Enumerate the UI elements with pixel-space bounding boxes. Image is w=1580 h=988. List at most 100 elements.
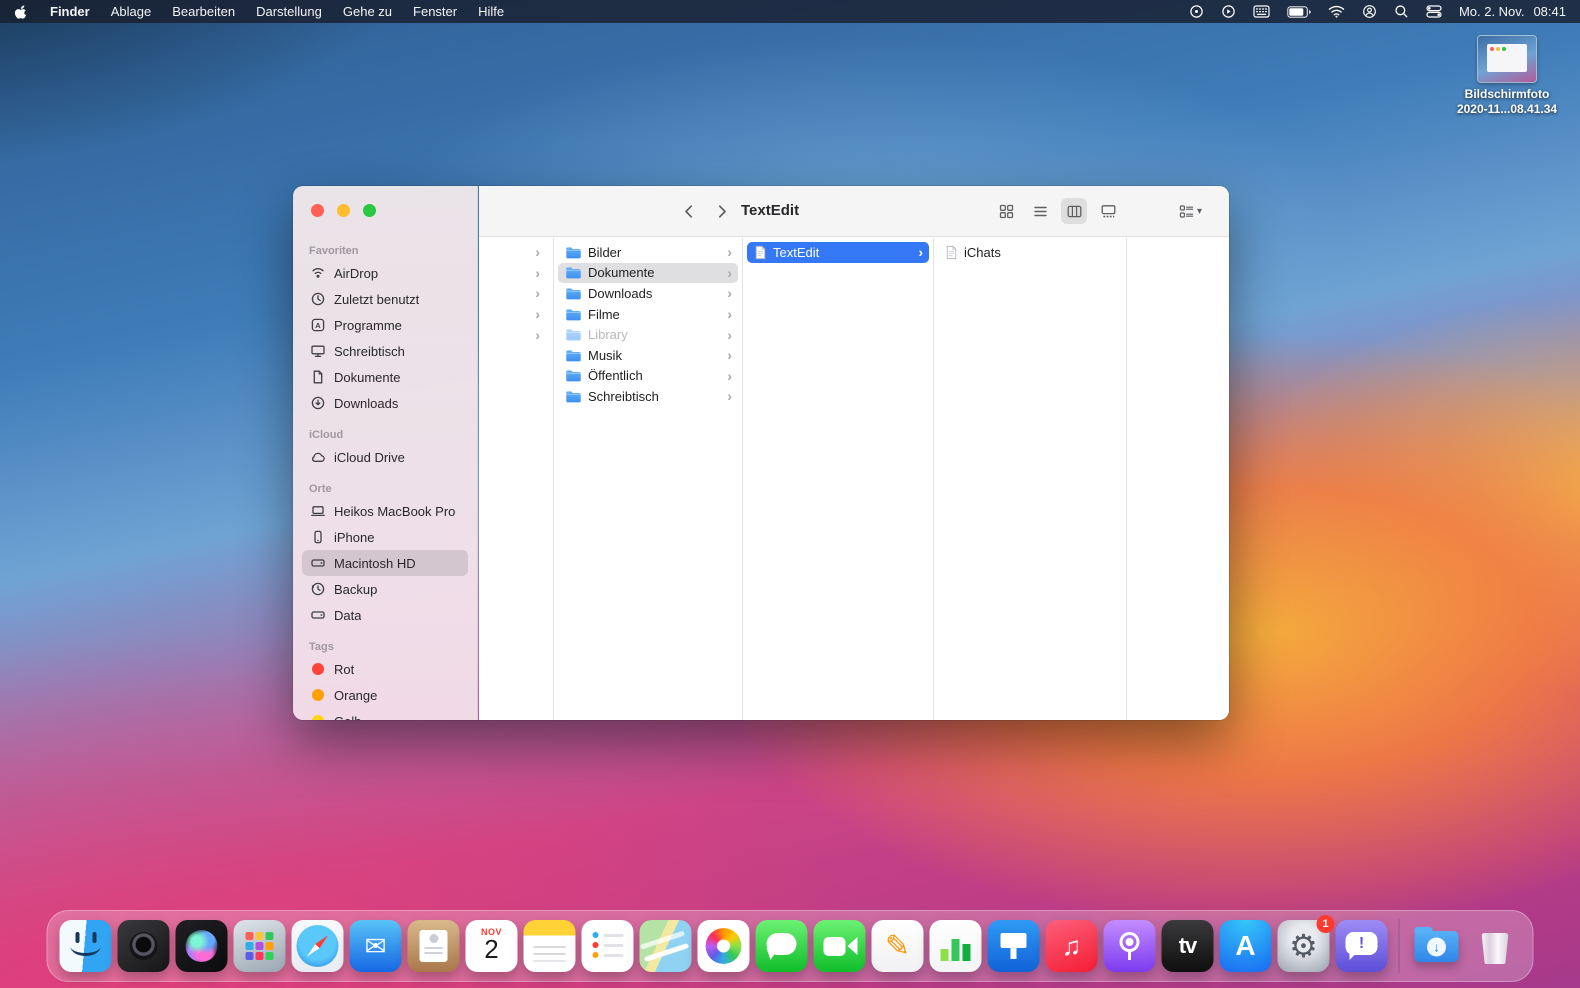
screenshot-label-line1: Bildschirmfoto <box>1447 87 1567 102</box>
column-item-oeffentlich[interactable]: Öffentlich › <box>558 366 738 387</box>
dock-feedback-assistant[interactable]: ! <box>1336 920 1388 972</box>
keyboard-input-icon[interactable] <box>1253 5 1270 18</box>
now-playing-icon[interactable] <box>1221 4 1236 19</box>
dock-pages[interactable]: ✎ <box>872 920 924 972</box>
download-icon <box>309 395 326 411</box>
menu-darstellung[interactable]: Darstellung <box>256 4 322 19</box>
note-lines-icon <box>534 946 566 948</box>
spotlight-search-icon[interactable] <box>1394 4 1409 19</box>
sidebar-tag-gelb[interactable]: Gelb <box>302 708 468 720</box>
apple-menu-icon[interactable] <box>14 3 29 20</box>
dock-notes[interactable] <box>524 920 576 972</box>
menubar-app-name[interactable]: Finder <box>50 4 90 19</box>
control-center-icon[interactable] <box>1426 5 1442 18</box>
stub-row[interactable]: › <box>483 242 549 263</box>
podcast-antenna-icon <box>1120 932 1140 952</box>
sidebar-item-backup[interactable]: Backup <box>302 576 468 602</box>
forward-button[interactable] <box>708 198 734 224</box>
stub-row[interactable]: › <box>483 304 549 325</box>
tag-red-icon <box>312 663 324 675</box>
sidebar-item-macbook-pro[interactable]: Heikos MacBook Pro <box>302 498 468 524</box>
dock-mail[interactable]: ✉ <box>350 920 402 972</box>
sidebar-item-airdrop[interactable]: AirDrop <box>302 260 468 286</box>
column-item-downloads[interactable]: Downloads › <box>558 283 738 304</box>
column-item-library[interactable]: Library › <box>558 324 738 345</box>
dock-facetime[interactable] <box>814 920 866 972</box>
dock-downloads-folder[interactable]: ↓ <box>1411 920 1463 972</box>
chevron-right-icon: › <box>727 266 732 280</box>
column-item-musik[interactable]: Musik › <box>558 345 738 366</box>
dock-reminders[interactable] <box>582 920 634 972</box>
menu-hilfe[interactable]: Hilfe <box>478 4 504 19</box>
minimize-button[interactable] <box>337 204 350 217</box>
folder-icon: ↓ <box>1415 931 1459 962</box>
back-button[interactable] <box>676 198 702 224</box>
sidebar-tag-orange[interactable]: Orange <box>302 682 468 708</box>
dock-app-store[interactable]: A <box>1220 920 1272 972</box>
dock-numbers[interactable] <box>930 920 982 972</box>
column-item-textedit[interactable]: TextEdit › <box>747 242 929 263</box>
user-account-icon[interactable] <box>1362 4 1377 19</box>
dock-maps[interactable] <box>640 920 692 972</box>
sidebar-item-macintosh-hd[interactable]: Macintosh HD <box>302 550 468 576</box>
dock-photos[interactable] <box>698 920 750 972</box>
dock-contacts[interactable] <box>408 920 460 972</box>
menu-gehe-zu[interactable]: Gehe zu <box>343 4 392 19</box>
screenshot-thumbnail[interactable] <box>1478 36 1536 82</box>
dock-podcasts[interactable] <box>1104 920 1156 972</box>
column-item-schreibtisch[interactable]: Schreibtisch › <box>558 386 738 407</box>
battery-icon[interactable] <box>1287 6 1311 18</box>
dock-launchpad[interactable] <box>234 920 286 972</box>
dock-tv[interactable]: tv <box>1162 920 1214 972</box>
column-item-ichats[interactable]: iChats <box>938 242 1122 263</box>
sidebar-item-label: AirDrop <box>334 266 378 281</box>
dock-finder[interactable] <box>60 920 112 972</box>
menubar-clock[interactable]: Mo. 2. Nov. 08:41 <box>1459 4 1566 19</box>
launchpad-grid-icon <box>246 932 254 940</box>
wifi-icon[interactable] <box>1328 5 1345 18</box>
sidebar-item-programme[interactable]: Programme <box>302 312 468 338</box>
sidebar-tag-rot[interactable]: Rot <box>302 656 468 682</box>
sidebar-item-dokumente[interactable]: Dokumente <box>302 364 468 390</box>
status-circle-icon[interactable] <box>1189 4 1204 19</box>
column-item-label: Öffentlich <box>588 368 643 383</box>
sidebar-item-zuletzt-benutzt[interactable]: Zuletzt benutzt <box>302 286 468 312</box>
sidebar-item-schreibtisch[interactable]: Schreibtisch <box>302 338 468 364</box>
menu-ablage[interactable]: Ablage <box>111 4 151 19</box>
stub-row[interactable]: › <box>483 324 549 345</box>
sidebar-item-data[interactable]: Data <box>302 602 468 628</box>
share-button[interactable] <box>1223 198 1229 224</box>
column-divider[interactable] <box>1126 238 1127 720</box>
dock-calendar[interactable]: NOV2 <box>466 920 518 972</box>
column-item-filme[interactable]: Filme › <box>558 304 738 325</box>
dock-system-preferences[interactable]: ⚙1 <box>1278 920 1330 972</box>
menu-fenster[interactable]: Fenster <box>413 4 457 19</box>
dock-siri[interactable] <box>176 920 228 972</box>
sidebar-item-icloud-drive[interactable]: iCloud Drive <box>302 444 468 470</box>
view-list-button[interactable] <box>1027 198 1053 224</box>
calendar-day: 2 <box>466 934 518 965</box>
menu-bearbeiten[interactable]: Bearbeiten <box>172 4 235 19</box>
column-item-bilder[interactable]: Bilder › <box>558 242 738 263</box>
view-grid-button[interactable] <box>993 198 1019 224</box>
stub-row[interactable]: › <box>483 263 549 284</box>
close-button[interactable] <box>311 204 324 217</box>
dock-keynote[interactable] <box>988 920 1040 972</box>
view-columns-button[interactable] <box>1061 198 1087 224</box>
notification-badge: 1 <box>1317 915 1335 933</box>
dock-safari[interactable] <box>292 920 344 972</box>
view-gallery-button[interactable] <box>1095 198 1121 224</box>
zoom-button[interactable] <box>363 204 376 217</box>
column-item-dokumente[interactable]: Dokumente › <box>558 263 738 284</box>
desktop-screenshot-icon[interactable]: Bildschirmfoto 2020-11...08.41.34 <box>1447 36 1567 117</box>
dock-music[interactable]: ♫ <box>1046 920 1098 972</box>
stub-row[interactable]: › <box>483 283 549 304</box>
dock-trash[interactable] <box>1469 920 1521 972</box>
sidebar-item-downloads[interactable]: Downloads <box>302 390 468 416</box>
column-dokumente: TextEdit › <box>743 238 933 720</box>
sidebar-item-iphone[interactable]: iPhone <box>302 524 468 550</box>
dock-messages[interactable] <box>756 920 808 972</box>
dock-dark-app[interactable] <box>118 920 170 972</box>
sidebar-item-label: Gelb <box>334 714 361 721</box>
group-by-button[interactable]: ▾ <box>1171 198 1209 224</box>
